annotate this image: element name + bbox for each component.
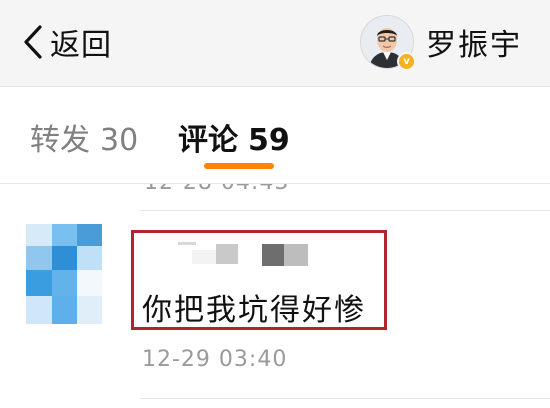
- tab-comments-label: 评论: [178, 123, 238, 158]
- comment-time: 12-29 03:40: [142, 347, 288, 372]
- previous-comment-time: 12-28 04:43: [144, 184, 344, 194]
- navigation-bar: 返回 v 罗振宇: [0, 0, 550, 87]
- comment-divider-bottom: [140, 398, 550, 399]
- commenter-avatar-pixelated[interactable]: [26, 224, 102, 324]
- tab-repost-label: 转发: [30, 123, 90, 158]
- chevron-left-icon: [22, 24, 44, 60]
- tab-comments[interactable]: 评论 59: [178, 115, 290, 159]
- post-author[interactable]: v 罗振宇: [360, 14, 522, 71]
- verified-badge-icon: v: [397, 52, 416, 71]
- back-label: 返回: [50, 28, 112, 63]
- comment-text: 你把我坑得好惨: [142, 293, 366, 328]
- tab-repost[interactable]: 转发 30: [30, 115, 138, 159]
- commenter-name-redacted[interactable]: [140, 236, 440, 266]
- active-tab-indicator: [204, 163, 274, 169]
- tab-comments-count: 59: [248, 123, 290, 158]
- author-name: 罗振宇: [426, 28, 522, 63]
- back-button[interactable]: 返回: [22, 18, 112, 66]
- comment-divider: [140, 210, 550, 211]
- comment-tabs: 转发 30 评论 59: [0, 87, 550, 183]
- previous-comment-time-text: 12-28 04:43: [144, 184, 289, 194]
- tab-repost-count: 30: [100, 123, 139, 158]
